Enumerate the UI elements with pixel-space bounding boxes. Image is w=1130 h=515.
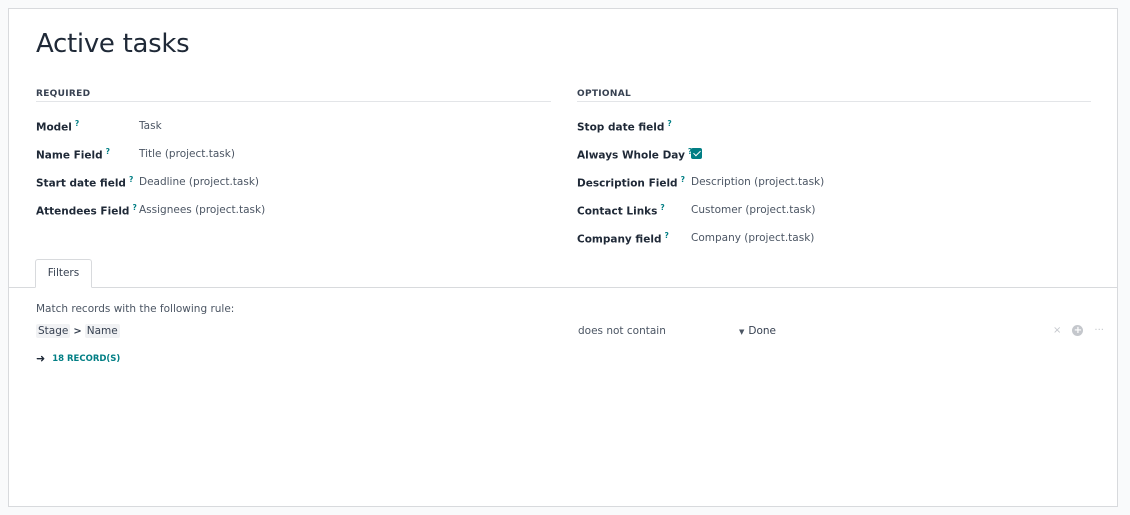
records-count-label: 18 RECORD(S) <box>52 353 121 364</box>
help-icon[interactable]: ? <box>681 175 685 184</box>
rule-actions: × + ··· <box>1053 325 1104 336</box>
field-value-start-date[interactable]: Deadline (project.task) <box>139 176 259 188</box>
arrow-right-icon: ➜ <box>36 352 46 365</box>
help-icon[interactable]: ? <box>664 231 668 240</box>
field-label-stop-date: Stop date field? <box>577 119 672 134</box>
field-label-description: Description Field? <box>577 175 685 190</box>
field-value-contact-links[interactable]: Customer (project.task) <box>691 204 815 216</box>
add-rule-icon[interactable]: + <box>1072 325 1084 336</box>
field-value-attendees[interactable]: Assignees (project.task) <box>139 204 265 216</box>
always-whole-day-checkbox[interactable] <box>691 148 702 159</box>
filter-operator[interactable]: does not contain <box>578 325 666 337</box>
field-value-company[interactable]: Company (project.task) <box>691 232 814 244</box>
field-value-model[interactable]: Task <box>139 120 162 132</box>
path-separator-icon: > <box>73 325 82 337</box>
optional-divider <box>577 101 1091 102</box>
form-sheet: Active tasks REQUIRED Model? Task Name F… <box>8 8 1118 507</box>
filter-field-path[interactable]: Stage > Name <box>36 324 120 338</box>
filter-value-label: Done <box>748 325 777 337</box>
field-label-always-whole-day: Always Whole Day? <box>577 147 692 162</box>
help-icon[interactable]: ? <box>660 203 664 212</box>
caret-down-icon: ▼ <box>739 328 745 336</box>
tabs-divider <box>9 287 1117 288</box>
field-label-name: Name Field? <box>36 147 110 162</box>
help-icon[interactable]: ? <box>667 119 671 128</box>
field-label-model: Model? <box>36 119 80 134</box>
required-divider <box>36 101 551 102</box>
required-section-heading: REQUIRED <box>36 89 91 99</box>
optional-section-heading: OPTIONAL <box>577 89 632 99</box>
field-value-description[interactable]: Description (project.task) <box>691 176 824 188</box>
filter-intro-text: Match records with the following rule: <box>36 303 235 315</box>
records-link[interactable]: ➜ 18 RECORD(S) <box>36 352 120 365</box>
page-title: Active tasks <box>36 29 190 59</box>
more-options-icon[interactable]: ··· <box>1094 325 1104 336</box>
help-icon[interactable]: ? <box>75 119 79 128</box>
filter-value-select[interactable]: ▼ Done <box>739 325 776 337</box>
field-label-contact-links: Contact Links? <box>577 203 665 218</box>
path-segment-stage[interactable]: Stage <box>36 324 71 338</box>
path-segment-name[interactable]: Name <box>84 324 120 338</box>
tab-filters[interactable]: Filters <box>35 259 92 288</box>
field-value-name[interactable]: Title (project.task) <box>139 148 235 160</box>
help-icon[interactable]: ? <box>106 147 110 156</box>
help-icon[interactable]: ? <box>129 175 133 184</box>
field-label-company: Company field? <box>577 231 669 246</box>
field-label-start-date: Start date field? <box>36 175 134 190</box>
field-label-attendees: Attendees Field? <box>36 203 137 218</box>
help-icon[interactable]: ? <box>132 203 136 212</box>
remove-rule-icon[interactable]: × <box>1053 325 1061 336</box>
